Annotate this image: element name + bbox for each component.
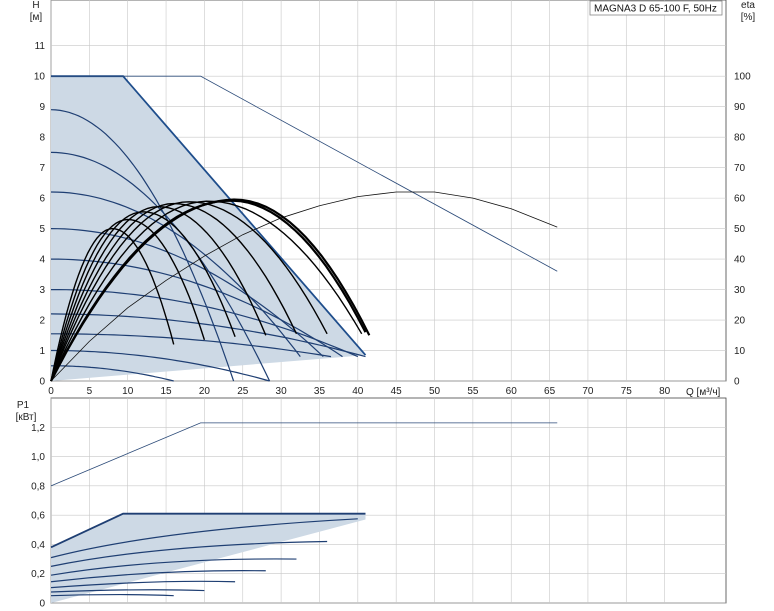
power-tick-label: 0,8	[31, 481, 45, 492]
eta-tick-label: 100	[734, 72, 751, 83]
eta-tick-label: 30	[734, 285, 746, 296]
power-axis-label: P1	[17, 400, 30, 411]
eta-axis-label: eta	[741, 0, 755, 11]
x-tick-label: 45	[391, 386, 403, 397]
eta-tick-label: 10	[734, 346, 746, 357]
power-tick-label: 0,6	[31, 511, 45, 522]
x-tick-label: 20	[199, 386, 211, 397]
x-tick-label: 80	[659, 386, 671, 397]
power-tick-label: 1,2	[31, 423, 45, 434]
head-tick-label: 5	[39, 224, 45, 235]
power-tick-label: 0,4	[31, 540, 45, 551]
eta-tick-label: 20	[734, 316, 746, 327]
chart-title: MAGNA3 D 65-100 F, 50Hz	[594, 4, 717, 15]
head-tick-label: 6	[39, 194, 45, 205]
eta-axis-unit: [%]	[741, 12, 756, 23]
x-tick-label: 25	[237, 386, 249, 397]
pump-performance-chart: 0 5 10 15 20 25 30 35 40 45 50 55 60 65 70 75 8001234567…	[16, 0, 756, 610]
x-tick-label: 30	[276, 386, 288, 397]
x-tick-label: 60	[506, 386, 518, 397]
x-tick-label: 5	[87, 386, 93, 397]
power-axis-unit: [кВт]	[16, 412, 37, 423]
head-axis-unit: [м]	[30, 12, 43, 23]
x-tick-label: 55	[467, 386, 479, 397]
power-tick-label: 0,2	[31, 569, 45, 580]
x-tick-label: 15	[160, 386, 172, 397]
eta-tick-label: 90	[734, 102, 746, 113]
eta-tick-label: 70	[734, 163, 746, 174]
x-tick-label: 65	[544, 386, 556, 397]
head-axis-label: H	[32, 0, 39, 11]
x-tick-label: 40	[352, 386, 364, 397]
head-tick-label: 11	[35, 41, 46, 52]
x-tick-label: 75	[621, 386, 633, 397]
flow-axis-label: Q [м³/ч]	[686, 387, 721, 398]
head-tick-label: 0	[39, 377, 45, 388]
x-tick-label: 50	[429, 386, 441, 397]
eta-tick-label: 40	[734, 255, 746, 266]
power-tick-label: 0	[39, 599, 45, 610]
x-tick-label: 0	[48, 386, 54, 397]
head-tick-label: 8	[39, 133, 45, 144]
x-tick-label: 10	[122, 386, 134, 397]
head-tick-label: 10	[34, 72, 46, 83]
eta-tick-label: 0	[734, 377, 740, 388]
eta-tick-label: 80	[734, 133, 746, 144]
x-tick-label: 70	[582, 386, 594, 397]
head-tick-label: 2	[39, 316, 45, 327]
head-tick-label: 9	[39, 102, 45, 113]
eta-tick-label: 60	[734, 194, 746, 205]
head-tick-label: 3	[39, 285, 45, 296]
x-tick-label: 35	[314, 386, 326, 397]
head-tick-label: 1	[39, 346, 45, 357]
power-tick-label: 1,0	[31, 452, 45, 463]
head-tick-label: 7	[39, 163, 45, 174]
head-tick-label: 4	[39, 255, 45, 266]
eta-tick-label: 50	[734, 224, 746, 235]
